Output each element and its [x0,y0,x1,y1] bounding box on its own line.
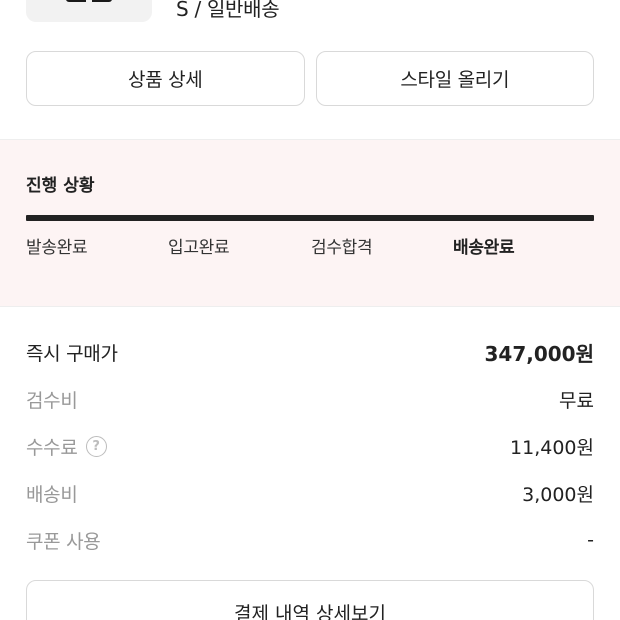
price-row-label: 배송비 [26,483,78,506]
price-row-value: 3,000원 [522,483,594,506]
price-row-value: 11,400원 [510,436,594,459]
price-row-label: 즉시 구매가 [26,342,118,365]
price-row-value: - [587,529,594,551]
product-summary: S / 일반배송 [0,0,620,34]
progress-section: 진행 상황 발송완료 입고완료 검수합격 배송완료 [0,139,620,307]
help-icon[interactable]: ? [85,435,107,457]
price-row-label: 쿠폰 사용 [26,530,101,553]
order-detail-page: S / 일반배송 상품 상세 스타일 올리기 진행 상황 발송완료 입고완료 검… [0,0,620,620]
price-row-label-wrap: 수수료 ? [26,433,107,460]
price-row-shipping-fee: 배송비 3,000원 [26,477,594,509]
price-row-value: 무료 [559,389,594,412]
progress-step-inspection-passed: 검수합격 [311,238,373,258]
price-row-coupon: 쿠폰 사용 - [26,524,594,556]
progress-step-received: 입고완료 [168,238,230,258]
progress-title: 진행 상황 [26,176,95,196]
action-buttons: 상품 상세 스타일 올리기 [26,51,594,106]
progress-step-shipped: 발송완료 [26,238,88,258]
product-thumbnail[interactable] [26,0,152,22]
payment-detail-button[interactable]: 결제 내역 상세보기 [26,580,594,620]
progress-bar [26,215,594,221]
price-row-value: 347,000원 [484,341,595,366]
style-upload-button[interactable]: 스타일 올리기 [315,51,594,106]
progress-steps: 발송완료 입고완료 검수합격 배송완료 [26,233,594,258]
price-row-instant-buy: 즉시 구매가 347,000원 [26,336,594,368]
progress-step-delivered: 배송완료 [453,238,515,258]
progress-bar-fill [26,215,594,221]
price-row-label: 수수료 [26,436,78,459]
price-row-inspection-fee: 검수비 무료 [26,383,594,415]
price-row-label: 검수비 [26,389,78,412]
product-detail-button[interactable]: 상품 상세 [26,51,305,106]
price-row-commission: 수수료 ? 11,400원 [26,430,594,462]
product-image [66,0,112,2]
product-option: S / 일반배송 [176,0,280,21]
